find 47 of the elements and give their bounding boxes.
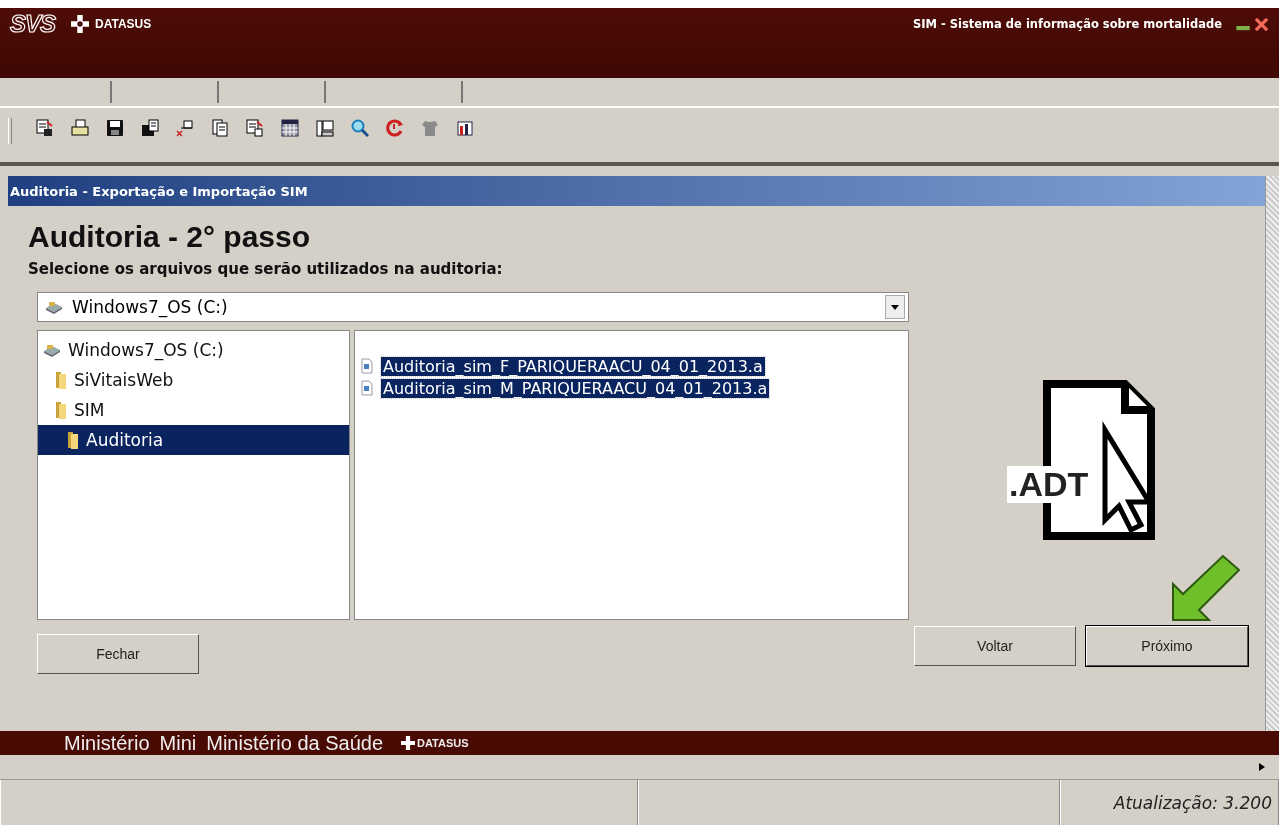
folder-icon xyxy=(54,400,68,420)
vertical-scrollbar[interactable] xyxy=(1265,176,1279,731)
close-button[interactable]: Fechar xyxy=(37,634,199,674)
search-icon[interactable] xyxy=(350,118,370,138)
instruction-text: Selecione os arquivos que serão utilizados na auditoria: xyxy=(28,260,504,278)
tree-item[interactable]: Auditoria xyxy=(38,425,349,455)
right-arrow-icon[interactable] xyxy=(1259,763,1265,771)
back-button[interactable]: Voltar xyxy=(914,626,1076,666)
datasus-logo-icon xyxy=(71,15,90,33)
calendar-icon[interactable] xyxy=(280,118,300,138)
footer-text: Ministério da Saúde xyxy=(206,731,384,755)
next-button[interactable]: Próximo xyxy=(1086,626,1248,666)
chart-icon[interactable] xyxy=(455,118,475,138)
drive-icon xyxy=(44,300,64,314)
footer-text: Mini xyxy=(159,731,197,755)
print-icon[interactable] xyxy=(70,118,90,138)
save-icon[interactable] xyxy=(105,118,125,138)
tree-item[interactable]: Windows7_OS (C:) xyxy=(38,335,349,365)
file-item[interactable]: Auditoria_sim_F_PARIQUERAACU_04_01_2013.a xyxy=(381,356,765,376)
file-icon xyxy=(361,358,373,374)
tree-item[interactable]: SiVitaisWeb xyxy=(38,365,349,395)
app-title: SIM - Sistema de informação sobre mortalidade xyxy=(912,17,1222,31)
document-export-icon[interactable] xyxy=(245,118,265,138)
version-text: Atualização: 3.200 xyxy=(1113,792,1272,813)
file-icon xyxy=(361,380,373,396)
refresh-icon[interactable] xyxy=(385,118,405,138)
footer-text: Ministério xyxy=(64,731,150,755)
datasus-logo-icon xyxy=(401,736,416,750)
brand-text: DATASUS xyxy=(95,17,152,31)
document-export-icon[interactable] xyxy=(35,118,55,138)
save-document-icon[interactable] xyxy=(140,118,160,138)
step-heading: Auditoria - 2° passo xyxy=(28,220,312,254)
delete-icon[interactable] xyxy=(175,118,195,138)
documents-icon[interactable] xyxy=(210,118,230,138)
minimize-icon[interactable] xyxy=(1236,25,1250,31)
dropdown-button[interactable] xyxy=(885,295,905,319)
tree-item[interactable]: SIM xyxy=(38,395,349,425)
brand-text: DATASUS xyxy=(417,737,469,749)
logo-text: SVS xyxy=(10,10,56,38)
dialog-title: Auditoria - Exportação e Importação SIM xyxy=(10,183,308,199)
drive-icon xyxy=(42,343,62,357)
folder-icon xyxy=(66,430,80,450)
drive-dropdown[interactable]: Windows7_OS (C:) xyxy=(37,292,909,322)
close-icon[interactable] xyxy=(1254,16,1269,32)
caret-icon xyxy=(891,304,899,310)
file-item[interactable]: Auditoria_sim_M_PARIQUERAACU_04_01_2013.a xyxy=(381,378,770,398)
folder-icon xyxy=(54,370,68,390)
